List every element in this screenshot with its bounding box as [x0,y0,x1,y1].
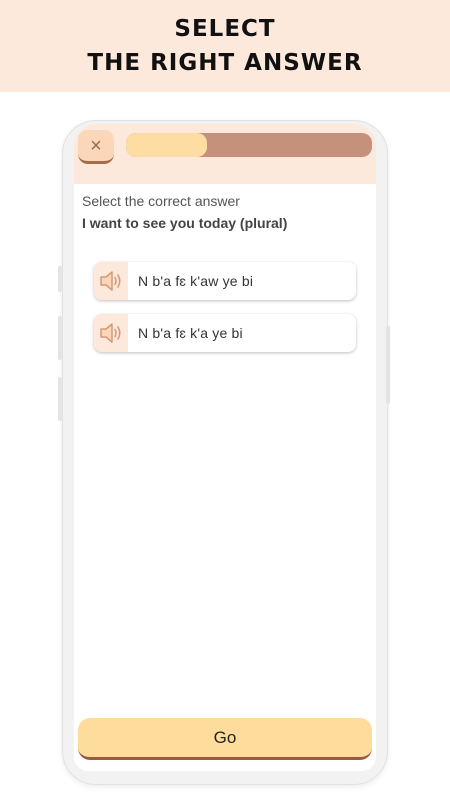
speaker-icon [100,271,121,291]
phone-side-button [58,266,62,292]
answer-option-1[interactable]: N b'a fɛ k'aw ye bi [94,262,356,300]
app-screen: × Select the correct answer I want to se… [74,124,376,771]
go-button-label: Go [213,727,237,747]
lesson-header: × [74,124,376,184]
play-audio-button[interactable] [94,314,128,352]
banner-title-line-1: SELECT [174,16,276,42]
prompt-sentence: I want to see you today (plural) [82,215,288,231]
close-button[interactable]: × [78,130,114,164]
promo-banner: SELECT THE RIGHT ANSWER [0,0,450,92]
answer-option-2[interactable]: N b'a fɛ k'a ye bi [94,314,356,352]
lesson-progress-bar [126,133,372,157]
phone-power-button [386,326,390,404]
play-audio-button[interactable] [94,262,128,300]
answer-option-text: N b'a fɛ k'aw ye bi [138,273,254,289]
go-button[interactable]: Go [78,718,372,760]
phone-volume-down-button [58,377,62,421]
banner-title-line-2: THE RIGHT ANSWER [87,50,363,76]
speaker-icon [100,323,121,343]
instruction-text: Select the correct answer [82,193,240,209]
close-icon: × [90,134,102,157]
lesson-progress-fill [126,133,208,157]
phone-volume-up-button [58,316,62,360]
answer-option-text: N b'a fɛ k'a ye bi [138,325,243,341]
